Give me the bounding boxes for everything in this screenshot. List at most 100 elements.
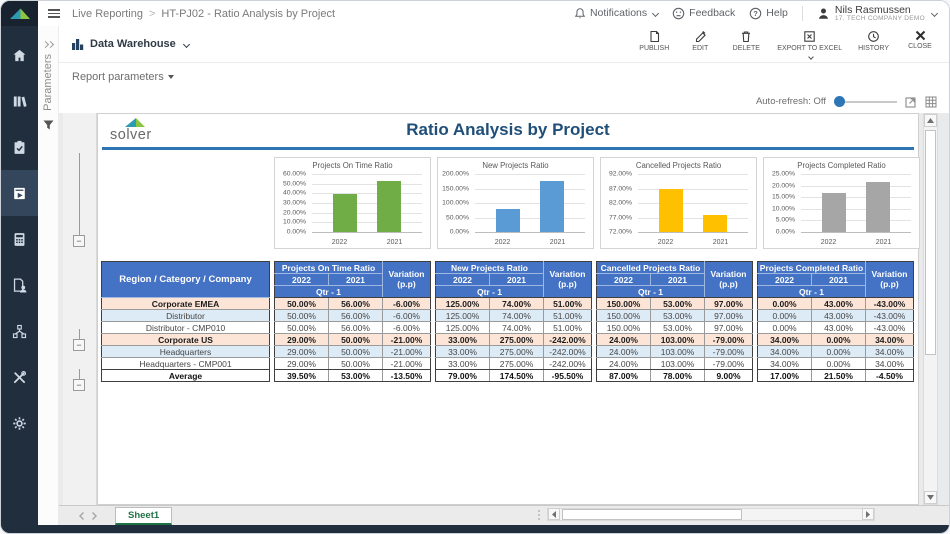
table-cell: 43.00% [812,322,866,334]
report-header: solver Ratio Analysis by Project [98,114,918,154]
table-cell: -242.00% [544,358,592,370]
table-cell: 56.00% [329,310,383,322]
scroll-down-button[interactable] [924,491,937,504]
vertical-scroll-thumb[interactable] [925,130,936,355]
history-label: HISTORY [858,45,889,52]
panel-title: Parameters [42,54,54,111]
breadcrumb-separator: > [149,8,155,20]
table-cell: -79.00% [705,334,753,346]
table-cell: -21.00% [383,346,431,358]
y-axis-tick: 92.00% [609,171,632,178]
horizontal-scrollbar[interactable] [547,508,875,521]
report-parameters-dropdown[interactable]: Report parameters [72,71,164,83]
sidebar-item-reports[interactable] [1,170,38,216]
history-clock-icon [867,30,880,43]
sidebar-item-tools[interactable] [1,354,38,400]
export-to-excel-button[interactable]: EXPORT TO EXCEL [777,30,842,59]
table-cell: 29.00% [275,358,329,370]
filter-funnel-icon[interactable] [43,120,54,131]
y-axis-tick: 100.00% [442,200,469,207]
notifications-menu[interactable]: Notifications [574,7,658,20]
y-axis-tick: 50.00% [283,180,306,187]
scroll-left-button[interactable] [548,508,560,520]
table-cell: 33.00% [436,358,490,370]
autorefresh-slider[interactable] [834,96,897,107]
sidebar-item-settings[interactable] [1,400,38,446]
delete-button[interactable]: DELETE [731,30,761,59]
y-axis-tick: 82.00% [609,200,632,207]
x-axis-tick: 2022 [658,239,674,246]
table-cell: 74.00% [490,298,544,310]
x-axis-tick: 2021 [713,239,729,246]
scroll-up-button[interactable] [924,114,937,127]
table-cell: 174.50% [490,370,544,382]
help-label: Help [766,7,788,19]
grid-icon[interactable] [925,96,937,108]
x-axis-tick: 2022 [332,239,348,246]
table-cell: Average [102,370,270,382]
publish-button[interactable]: PUBLISH [639,30,669,59]
sheet-prev-button[interactable] [79,512,84,520]
close-button[interactable]: CLOSE [905,30,935,59]
sidebar-item-budget[interactable] [1,216,38,262]
column-header: 2022 [758,274,812,286]
table-cell: Headquarters [102,346,270,358]
horizontal-scroll-thumb[interactable] [562,509,742,520]
data-source-dropdown[interactable]: Data Warehouse [71,38,189,51]
app-logo[interactable] [1,1,38,26]
sidebar-item-library[interactable] [1,78,38,124]
autorefresh-row: Auto-refresh: Off [59,90,949,113]
scroll-right-button[interactable] [862,508,874,520]
table-cell: 74.00% [490,322,544,334]
history-button[interactable]: HISTORY [858,30,889,59]
edit-button[interactable]: EDIT [685,30,715,59]
breadcrumb: Live Reporting>HT-PJ02 - Ratio Analysis … [72,8,335,20]
user-name: Nils Rasmussen [835,5,925,16]
edit-label: EDIT [692,45,708,52]
table-cell: 21.50% [812,370,866,382]
home-icon [11,47,28,64]
table-row: Headquarters29.00%50.00%-21.00%33.00%275… [102,346,914,358]
feedback-button[interactable]: Feedback [672,7,735,20]
sheet-tab[interactable]: Sheet1 [115,507,172,525]
sidebar-nav [1,26,38,446]
sidebar-item-integrations[interactable] [1,308,38,354]
close-icon [915,30,926,41]
hamburger-menu-icon[interactable] [48,7,62,21]
table-cell: 56.00% [329,298,383,310]
breadcrumb-section[interactable]: Live Reporting [72,8,143,20]
sidebar-item-user-docs[interactable] [1,262,38,308]
outline-collapse-button[interactable]: − [73,235,85,247]
table-cell: 53.00% [651,310,705,322]
slider-track [845,101,897,103]
y-axis-tick: 20.00% [283,209,306,216]
slider-knob[interactable] [834,96,845,107]
data-source-label: Data Warehouse [90,38,176,50]
help-button[interactable]: ? Help [749,7,788,20]
budget-icon [11,231,28,248]
table-cell: 103.00% [651,334,705,346]
expand-panel-button[interactable] [43,34,53,44]
outline-collapse-button[interactable]: − [73,379,85,391]
user-menu[interactable]: Nils Rasmussen 17. Tech Company Demo [817,5,937,23]
table-cell: 33.00% [436,334,490,346]
splitter-handle[interactable] [538,510,540,520]
trash-icon [740,30,752,43]
sheet-area: − − − solver Ratio Analysis by Project [59,113,949,533]
table-cell: -6.00% [383,298,431,310]
column-header: Qtr - 1 [436,286,544,298]
column-header: 2021 [490,274,544,286]
table-cell: -79.00% [705,346,753,358]
popout-icon[interactable] [905,96,917,108]
x-axis-tick: 2021 [550,239,566,246]
vertical-scrollbar[interactable] [923,113,938,505]
table-cell: 275.00% [490,358,544,370]
outline-collapse-button[interactable]: − [73,339,85,351]
table-cell: 17.00% [758,370,812,382]
table-cell: -6.00% [383,322,431,334]
sidebar-item-home[interactable] [1,32,38,78]
sidebar-item-tasks[interactable] [1,124,38,170]
sheet-next-button[interactable] [92,512,97,520]
table-cell: 0.00% [812,334,866,346]
table-row: Corporate EMEA50.00%56.00%-6.00%125.00%7… [102,298,914,310]
